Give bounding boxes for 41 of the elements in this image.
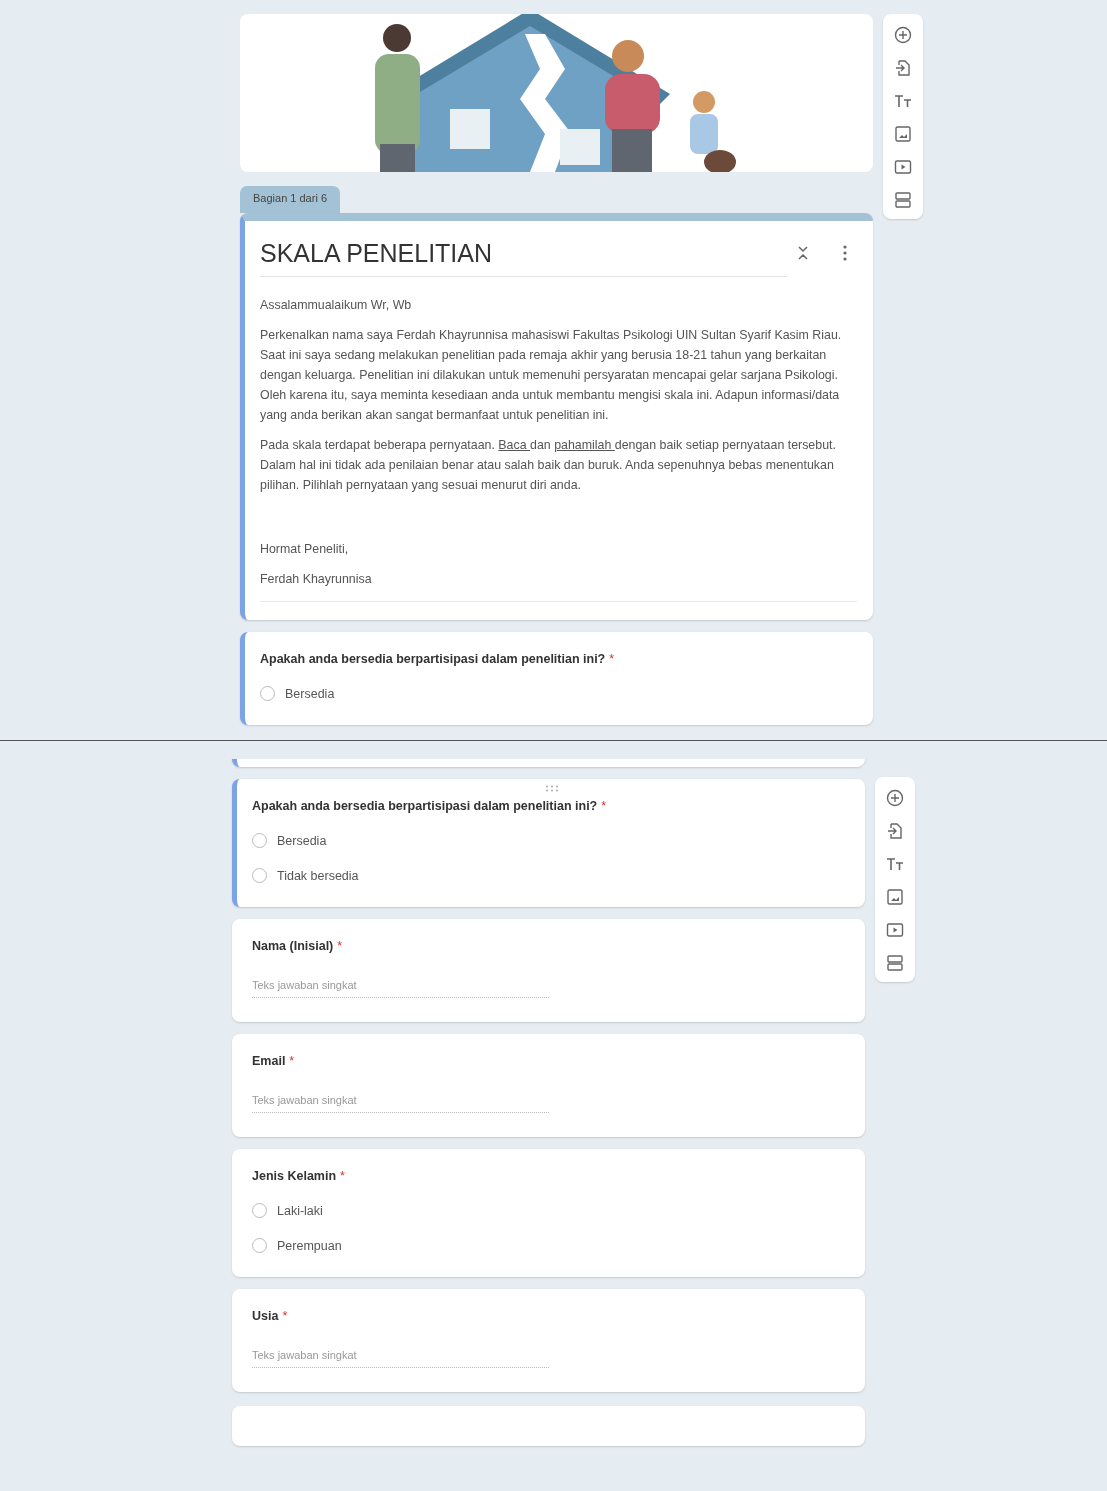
option-label: Tidak bersedia xyxy=(277,868,359,883)
required-asterisk: * xyxy=(289,1054,295,1068)
closing-text: Hormat Peneliti, xyxy=(260,541,350,558)
import-icon[interactable] xyxy=(894,59,912,77)
description-paragraph: Assalammualaikum Wr, Wb xyxy=(260,297,413,314)
question-title: Apakah anda bersedia berpartisipasi dalam penelitian ini? xyxy=(260,652,606,666)
add-icon[interactable] xyxy=(894,26,912,44)
required-asterisk: * xyxy=(340,1169,345,1183)
required-asterisk: * xyxy=(601,799,607,813)
closing-text: Ferdah Khayrunnisa xyxy=(260,571,373,588)
question-title: Email xyxy=(252,1054,286,1068)
option-label: Perempuan xyxy=(277,1238,342,1253)
import-icon[interactable] xyxy=(886,822,904,840)
question-title: Jenis Kelamin xyxy=(252,1169,337,1183)
image-icon[interactable] xyxy=(894,125,912,143)
image-icon[interactable] xyxy=(886,888,904,906)
collapse-icon[interactable] xyxy=(797,245,809,261)
question-title: Nama (Inisial) xyxy=(252,939,334,953)
section-icon[interactable] xyxy=(886,954,904,972)
option-label: Bersedia xyxy=(285,686,335,701)
required-asterisk: * xyxy=(337,939,343,953)
option-label: Laki-laki xyxy=(277,1203,323,1218)
answer-field[interactable]: Teks jawaban singkat xyxy=(252,975,549,998)
description-paragraph: Pada skala terdapat beberapa pernyataan. Baca dan pahamilah dengan baik setiap pernyataan tersebut. Dalam hal ini tidak ada penilaian benar atau salah baik dan buruk. Anda sepenuhnya bebas menentukan pilihan. Pilihlah pernyataan yang sesuai menurut diri anda. xyxy=(260,437,837,494)
option-label: Bersedia xyxy=(277,833,327,848)
required-asterisk: * xyxy=(609,652,615,666)
answer-field[interactable]: Teks jawaban singkat xyxy=(252,1345,549,1368)
answer-field[interactable]: Teks jawaban singkat xyxy=(252,1090,549,1113)
more-icon[interactable] xyxy=(843,245,847,261)
video-icon[interactable] xyxy=(894,158,912,176)
form-title: SKALA PENELITIAN xyxy=(260,239,494,268)
drag-handle-icon[interactable] xyxy=(545,785,559,792)
description-paragraph: Perkenalkan nama saya Ferdah Khayrunnisa mahasiswi Fakultas Psikologi UIN Sultan Syarif Kasim Riau. Saat ini saya sedang melakukan penelitian pada remaja akhir yang berusia 18-21 tahun yang berkaitan dengan keluarga. Penelitian ini dilakukan untuk memenuhi persyaratan mencapai gelar sarjana Psikologi. Oleh karena itu, saya meminta kesediaan anda untuk membantu mengisi skala ini. Adapun informasi/data yang anda berikan akan sangat bermanfaat untuk penelitian ini. xyxy=(260,327,843,424)
video-icon[interactable] xyxy=(886,921,904,939)
title-icon[interactable] xyxy=(886,855,904,873)
add-icon[interactable] xyxy=(886,789,904,807)
section-icon[interactable] xyxy=(894,191,912,209)
title-icon[interactable] xyxy=(894,92,912,110)
question-title: Apakah anda bersedia berpartisipasi dalam penelitian ini? xyxy=(252,799,598,813)
question-title: Usia xyxy=(252,1309,279,1323)
required-asterisk: * xyxy=(282,1309,288,1323)
